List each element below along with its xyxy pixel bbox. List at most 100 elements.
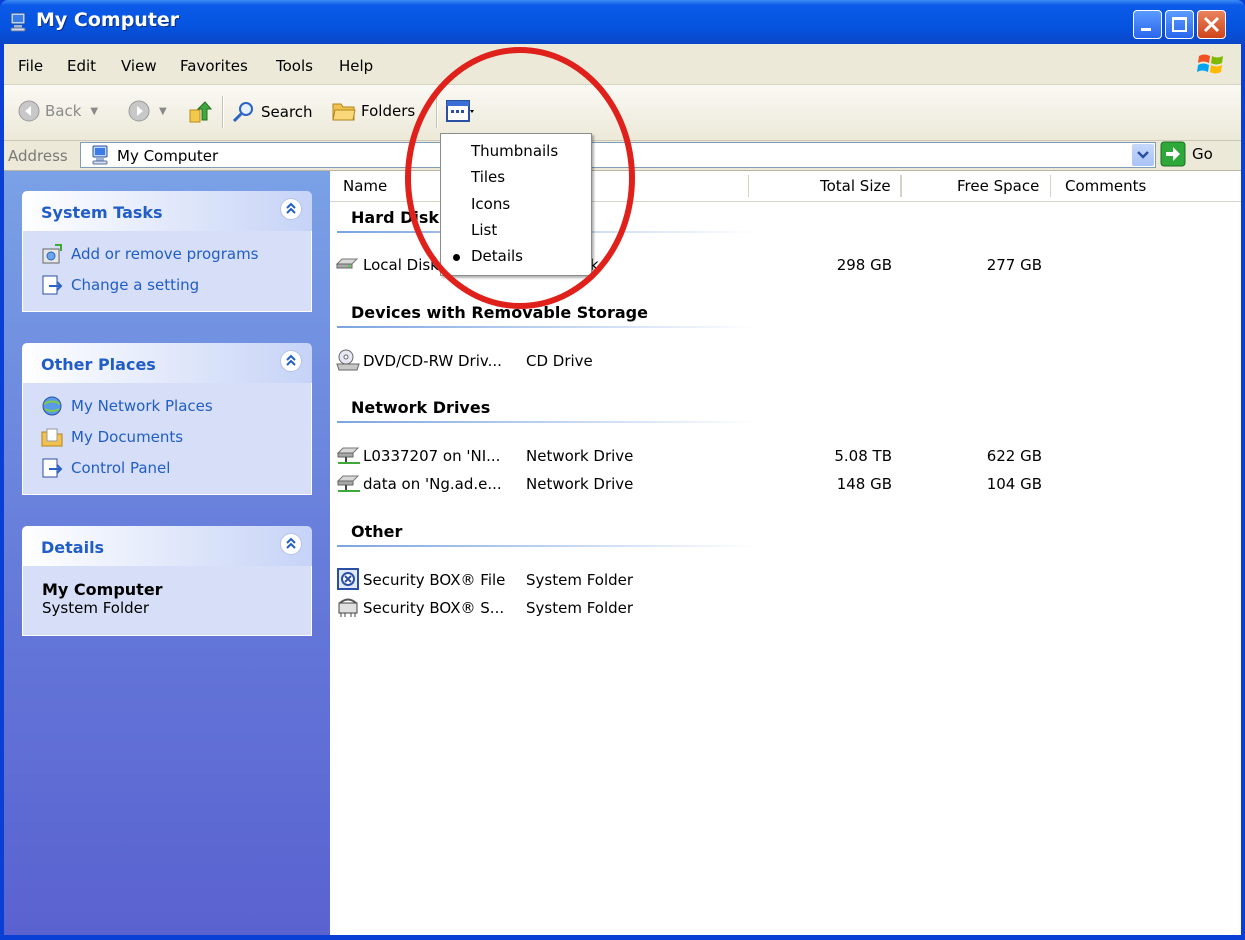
table-row[interactable]: Security BOX® S... System Folder <box>336 595 1236 621</box>
view-option-tiles[interactable]: Tiles <box>471 168 505 186</box>
forward-dropdown-icon[interactable]: ▼ <box>159 106 167 117</box>
table-row[interactable]: L0337207 on 'NI... Network Drive 5.08 TB… <box>336 443 1236 469</box>
column-divider[interactable] <box>748 175 749 197</box>
minimize-button[interactable] <box>1133 10 1162 39</box>
menu-view[interactable]: View <box>121 57 157 75</box>
menu-edit[interactable]: Edit <box>67 57 96 75</box>
menu-help[interactable]: Help <box>339 57 373 75</box>
column-divider[interactable] <box>901 175 902 197</box>
system-tasks-body: Add or remove programs Change a setting <box>22 231 312 312</box>
views-button[interactable] <box>446 99 474 123</box>
details-header[interactable]: Details <box>22 526 312 566</box>
other-places-header[interactable]: Other Places <box>22 343 312 383</box>
maximize-button[interactable] <box>1165 10 1194 39</box>
address-dropdown-button[interactable] <box>1132 144 1154 166</box>
details-panel: Details My Computer System Folder <box>22 526 312 636</box>
row-type: Network Drive <box>526 447 634 465</box>
chevron-up-double-icon <box>286 202 296 214</box>
network-places-icon <box>42 396 62 416</box>
back-button[interactable]: Back ▼ <box>18 100 98 122</box>
my-documents-icon <box>41 428 63 447</box>
system-tasks-header[interactable]: System Tasks <box>22 191 312 231</box>
menu-file[interactable]: File <box>18 57 43 75</box>
chevron-up-double-icon <box>286 537 296 549</box>
row-name: Local Disk <box>363 256 439 274</box>
my-computer-icon <box>10 12 26 32</box>
row-total: 298 GB <box>836 256 892 274</box>
title-bar[interactable]: My Computer <box>0 0 1245 44</box>
system-tasks-panel: System Tasks Add or remove programs Chan… <box>22 191 312 312</box>
search-label: Search <box>261 103 313 121</box>
toolbar-separator <box>222 96 224 128</box>
menu-favorites[interactable]: Favorites <box>180 57 248 75</box>
go-button[interactable]: Go <box>1160 141 1213 167</box>
address-bar: Address My Computer Go <box>4 141 1241 171</box>
collapse-button[interactable] <box>280 350 302 372</box>
group-hard-disk: Hard Disk <box>351 208 440 227</box>
close-button[interactable] <box>1197 10 1226 39</box>
add-remove-programs-icon <box>42 244 62 264</box>
row-name: L0337207 on 'NI... <box>363 447 501 465</box>
address-input[interactable]: My Computer <box>80 142 1156 168</box>
collapse-button[interactable] <box>280 533 302 555</box>
search-button[interactable]: Search <box>232 100 313 124</box>
other-places-title: Other Places <box>41 355 156 374</box>
chevron-down-icon <box>1137 151 1149 159</box>
explorer-window: My Computer File Edit View Favorites Too… <box>0 0 1245 940</box>
table-row[interactable]: Security BOX® File System Folder <box>336 567 1236 593</box>
my-computer-icon <box>92 145 108 165</box>
task-label: Add or remove programs <box>71 245 259 263</box>
security-box-file-icon <box>337 568 359 590</box>
folders-button[interactable]: Folders <box>332 100 415 122</box>
row-name: data on 'Ng.ad.e... <box>363 475 502 493</box>
chevron-up-double-icon <box>286 354 296 366</box>
row-type: Network Drive <box>526 475 634 493</box>
column-divider[interactable] <box>900 175 901 197</box>
place-my-documents[interactable]: My Documents <box>23 422 311 453</box>
cd-drive-icon <box>336 349 360 371</box>
view-option-thumbnails[interactable]: Thumbnails <box>471 142 558 160</box>
table-row[interactable]: data on 'Ng.ad.e... Network Drive 148 GB… <box>336 471 1236 497</box>
column-free-space[interactable]: Free Space <box>957 177 1039 195</box>
table-row[interactable]: DVD/CD-RW Driv... CD Drive <box>336 348 1236 374</box>
place-label: Control Panel <box>71 459 171 477</box>
group-divider <box>337 545 757 547</box>
up-folder-button[interactable] <box>188 100 212 124</box>
control-panel-icon <box>42 275 63 295</box>
view-option-list[interactable]: List <box>471 221 497 239</box>
group-removable-storage: Devices with Removable Storage <box>351 303 648 322</box>
details-name: My Computer <box>42 580 163 599</box>
column-divider[interactable] <box>1050 175 1051 197</box>
task-add-remove-programs[interactable]: Add or remove programs <box>23 239 311 270</box>
task-label: Change a setting <box>71 276 200 294</box>
row-type: CD Drive <box>526 352 593 370</box>
address-value: My Computer <box>117 147 219 165</box>
column-comments[interactable]: Comments <box>1065 177 1146 195</box>
menu-tools[interactable]: Tools <box>276 57 313 75</box>
row-type: System Folder <box>526 571 634 589</box>
network-drive-icon <box>336 475 360 492</box>
row-total: 5.08 TB <box>834 447 892 465</box>
place-control-panel[interactable]: Control Panel <box>23 453 311 484</box>
folders-label: Folders <box>361 102 416 120</box>
place-my-network-places[interactable]: My Network Places <box>23 391 311 422</box>
forward-button[interactable]: ▼ <box>128 100 167 122</box>
close-icon <box>1203 16 1220 33</box>
hard-disk-icon <box>336 258 358 269</box>
view-option-icons[interactable]: Icons <box>471 195 510 213</box>
group-network-drives: Network Drives <box>351 398 491 417</box>
row-free: 104 GB <box>986 475 1042 493</box>
collapse-button[interactable] <box>280 198 302 220</box>
task-change-setting[interactable]: Change a setting <box>23 270 311 301</box>
back-dropdown-icon[interactable]: ▼ <box>90 106 98 117</box>
folders-icon <box>332 103 356 121</box>
column-total-size[interactable]: Total Size <box>820 177 891 195</box>
group-divider <box>337 326 757 328</box>
view-option-details[interactable]: Details <box>471 247 523 265</box>
views-dropdown-menu: Thumbnails Tiles Icons List Details <box>440 133 592 276</box>
other-places-panel: Other Places My Network Places My Docume… <box>22 343 312 495</box>
back-arrow-icon <box>18 100 40 122</box>
column-name[interactable]: Name <box>343 177 387 195</box>
file-list: Name Total Size Free Space Comments Hard… <box>330 171 1241 935</box>
other-places-body: My Network Places My Documents Control P… <box>22 383 312 495</box>
